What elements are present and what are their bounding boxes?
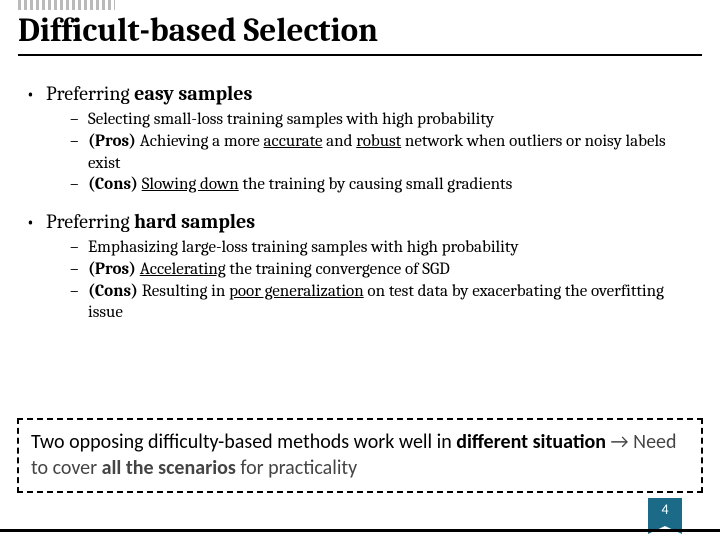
t: and [322, 132, 356, 151]
u-slowing: Slowing down [142, 175, 239, 194]
pros-label-2: (Pros) [88, 260, 136, 279]
slide-body: •Preferring easy samples –Selecting smal… [26, 78, 694, 338]
callout-t3: for practicality [236, 456, 357, 480]
t: the training convergence of SGD [226, 260, 450, 279]
u-accurate: accurate [264, 132, 323, 151]
hard-item-2: –(Pros) Accelerating the training conver… [70, 259, 694, 281]
u-robust: robust [356, 132, 401, 151]
t: Achieving a more [136, 132, 264, 151]
slide-title: Difficult-based Selection [18, 14, 702, 56]
bullet-hard-prefix: Preferring [46, 210, 134, 233]
bullet-hard: •Preferring hard samples [26, 210, 694, 233]
callout-b2: all the scenarios [102, 456, 236, 480]
hard-item-1-text: Emphasizing large-loss training samples … [88, 238, 519, 257]
u-poor-gen: poor generalization [229, 282, 364, 301]
t: Resulting in [138, 282, 229, 301]
callout-b1: different situation [456, 430, 606, 454]
cons-label-2: (Cons) [88, 282, 138, 301]
callout-t1: Two opposing difficulty-based methods wo… [31, 430, 456, 454]
footer-rule [0, 529, 720, 532]
bullet-hard-bold: hard samples [134, 210, 255, 233]
bullet-easy-bold: easy samples [134, 82, 252, 105]
page-number-ribbon: 4 [648, 498, 682, 526]
hard-sublist: –Emphasizing large-loss training samples… [70, 237, 694, 324]
easy-sublist: –Selecting small-loss training samples w… [70, 109, 694, 196]
pros-label: (Pros) [88, 132, 136, 151]
page-number: 4 [661, 501, 668, 518]
easy-item-1-text: Selecting small-loss training samples wi… [88, 110, 494, 129]
header-stripe [18, 0, 115, 10]
bullet-easy: •Preferring easy samples [26, 82, 694, 105]
callout-box: Two opposing difficulty-based methods wo… [17, 418, 703, 493]
bullet-easy-prefix: Preferring [46, 82, 134, 105]
easy-item-3: –(Cons) Slowing down the training by cau… [70, 174, 694, 196]
hard-item-1: –Emphasizing large-loss training samples… [70, 237, 694, 259]
t: the training by causing small gradients [239, 175, 513, 194]
easy-item-2: –(Pros) Achieving a more accurate and ro… [70, 131, 694, 175]
u-accelerating: Accelerating [140, 260, 226, 279]
hard-item-3: –(Cons) Resulting in poor generalization… [70, 281, 694, 325]
easy-item-1: –Selecting small-loss training samples w… [70, 109, 694, 131]
cons-label: (Cons) [88, 175, 142, 194]
